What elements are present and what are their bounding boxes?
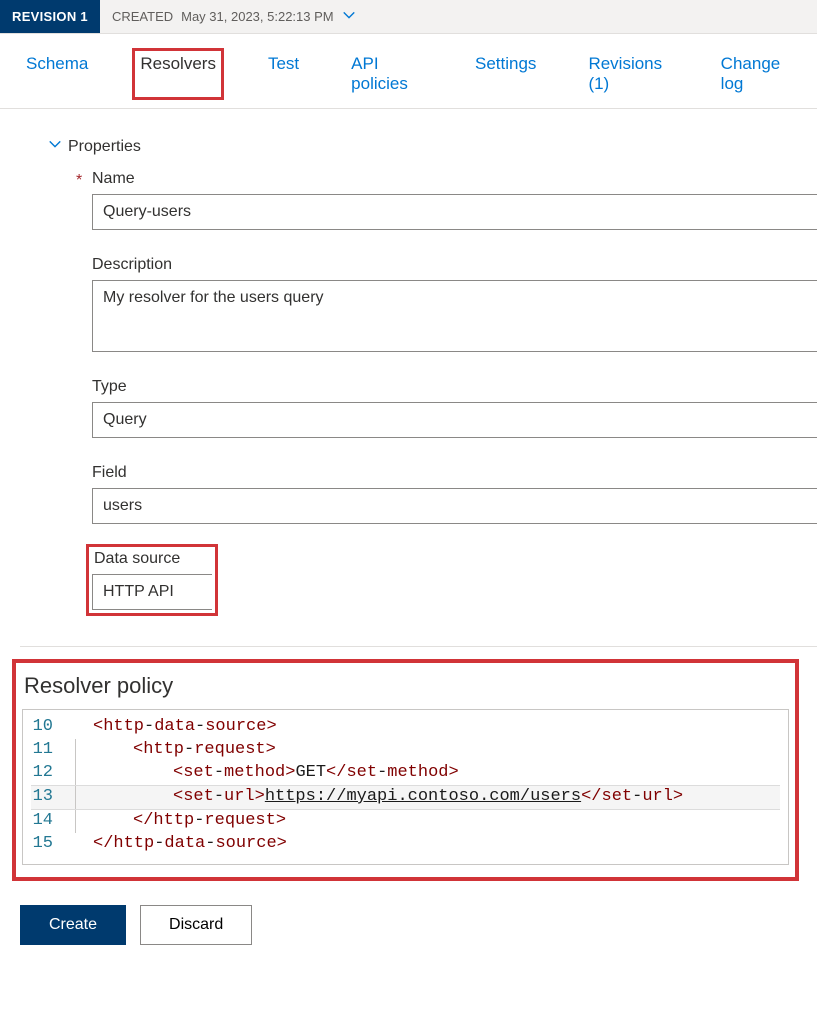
properties-label: Properties	[68, 138, 141, 156]
line-number: 14	[31, 810, 71, 833]
line-number: 11	[31, 739, 71, 762]
indent-guide	[71, 810, 93, 833]
resolver-policy-editor[interactable]: 10 <http-data-source> 11 <http-request> 12 <s…	[22, 709, 789, 865]
type-select[interactable]: Query	[92, 402, 817, 438]
revision-created-value: May 31, 2023, 5:22:13 PM	[181, 9, 333, 24]
resolver-policy-title: Resolver policy	[22, 669, 789, 709]
section-divider	[20, 646, 817, 647]
line-number: 10	[31, 716, 71, 739]
tab-resolvers[interactable]: Resolvers	[134, 50, 222, 98]
tab-api-policies[interactable]: API policies	[345, 50, 429, 98]
indent-guide	[71, 833, 93, 856]
code-content: </http-request>	[93, 810, 780, 833]
type-label: Type	[92, 378, 817, 396]
revision-created[interactable]: CREATED May 31, 2023, 5:22:13 PM	[100, 0, 368, 33]
chevron-down-icon	[48, 137, 62, 156]
tab-test[interactable]: Test	[262, 50, 305, 98]
code-content: <http-request>	[93, 739, 780, 762]
tab-bar: Schema Resolvers Test API policies Setti…	[0, 34, 817, 109]
tab-schema[interactable]: Schema	[20, 50, 94, 98]
name-label: Name	[92, 170, 817, 188]
properties-header[interactable]: Properties	[20, 129, 817, 170]
data-source-label: Data source	[92, 550, 212, 568]
code-content: <set-method>GET</set-method>	[93, 762, 780, 785]
code-line[interactable]: 14 </http-request>	[31, 810, 780, 833]
chevron-down-icon	[342, 8, 356, 25]
description-label: Description	[92, 256, 817, 274]
line-number: 12	[31, 762, 71, 785]
create-button[interactable]: Create	[20, 905, 126, 945]
discard-button[interactable]: Discard	[140, 905, 252, 945]
data-source-select[interactable]: HTTP API	[92, 574, 212, 610]
field-select[interactable]: users	[92, 488, 817, 524]
code-line[interactable]: 15 </http-data-source>	[31, 833, 780, 856]
indent-guide	[71, 786, 93, 809]
data-source-highlight: Data source HTTP API	[92, 550, 212, 610]
resolver-policy-highlight: Resolver policy 10 <http-data-source> 11 <h…	[18, 665, 793, 875]
indent-guide	[71, 716, 93, 739]
code-content: </http-data-source>	[93, 833, 780, 856]
field-label: Field	[92, 464, 817, 482]
revision-bar: REVISION 1 CREATED May 31, 2023, 5:22:13…	[0, 0, 817, 34]
description-input[interactable]: My resolver for the users query	[92, 280, 817, 352]
code-line[interactable]: 12 <set-method>GET</set-method>	[31, 762, 780, 785]
line-number: 15	[31, 833, 71, 856]
indent-guide	[71, 762, 93, 785]
code-content: <set-url>https://myapi.contoso.com/users…	[93, 786, 780, 809]
tab-change-log[interactable]: Change log	[715, 50, 797, 98]
required-indicator: *	[76, 170, 92, 190]
code-content: <http-data-source>	[93, 716, 780, 739]
indent-guide	[71, 739, 93, 762]
properties-form: Properties * Name Query-users Descriptio…	[0, 109, 817, 647]
name-input[interactable]: Query-users	[92, 194, 817, 230]
revision-badge: REVISION 1	[0, 0, 100, 33]
tab-settings[interactable]: Settings	[469, 50, 542, 98]
code-line[interactable]: 13 <set-url>https://myapi.contoso.com/use…	[31, 785, 780, 810]
revision-created-label: CREATED	[112, 9, 173, 24]
code-line[interactable]: 11 <http-request>	[31, 739, 780, 762]
footer-actions: Create Discard	[0, 905, 817, 965]
tab-revisions[interactable]: Revisions (1)	[582, 50, 674, 98]
code-line[interactable]: 10 <http-data-source>	[31, 716, 780, 739]
line-number: 13	[31, 786, 71, 809]
